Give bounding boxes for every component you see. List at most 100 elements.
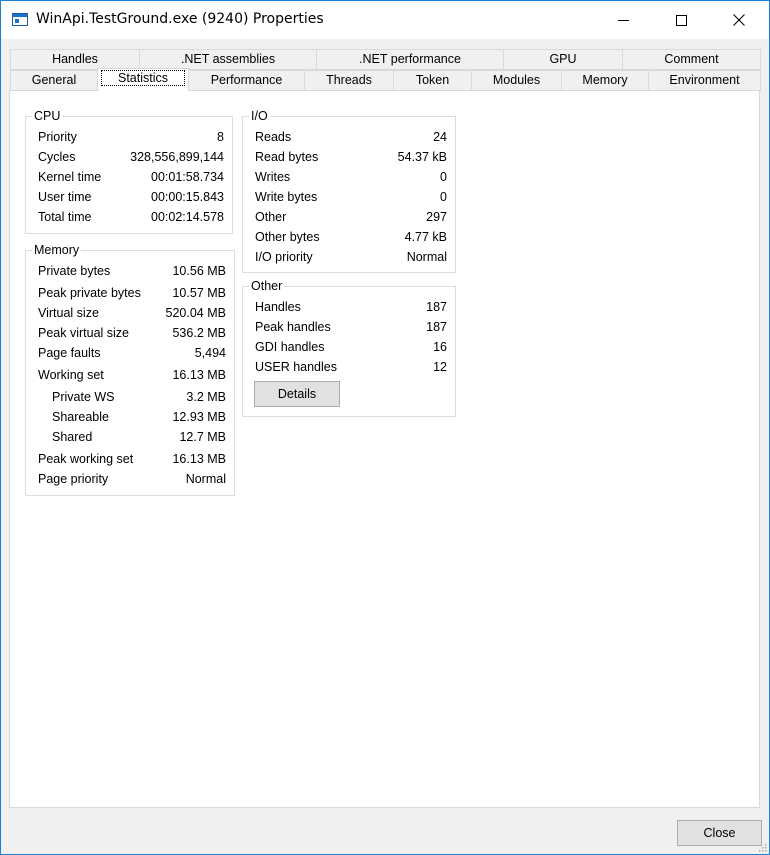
tab-handles[interactable]: Handles (10, 49, 140, 70)
io-reads-row: Reads 24 (243, 130, 455, 148)
minimize-icon (617, 19, 629, 21)
row-value: 16.13 MB (172, 368, 226, 382)
details-button[interactable]: Details (254, 381, 340, 407)
io-write-bytes-row: Write bytes 0 (243, 190, 455, 208)
tab-label: GPU (549, 52, 577, 66)
tab-gpu[interactable]: GPU (503, 49, 623, 70)
io-group: I/O Reads 24 Read bytes 54.37 kB Writes … (242, 109, 456, 273)
row-value: 328,556,899,144 (130, 150, 224, 164)
row-value: 4.77 kB (404, 230, 447, 244)
other-gdi-handles-row: GDI handles 16 (243, 340, 455, 358)
row-value: 187 (426, 300, 447, 314)
properties-window: WinApi.TestGround.exe (9240) Properties … (0, 0, 770, 855)
tab-memory[interactable]: Memory (561, 70, 649, 91)
row-value: 12.93 MB (172, 410, 226, 424)
row-value: 3.2 MB (186, 390, 226, 404)
tab-threads[interactable]: Threads (304, 70, 394, 91)
row-value: 0 (440, 170, 447, 184)
tab-label: Comment (664, 52, 719, 66)
row-value: 16.13 MB (172, 452, 226, 466)
app-window-icon (12, 13, 28, 26)
tab-statistics[interactable]: Statistics (97, 68, 189, 91)
row-value: 536.2 MB (172, 326, 226, 340)
row-label: Virtual size (38, 306, 99, 320)
row-label: Peak handles (255, 320, 331, 334)
tab-label: Performance (210, 73, 283, 87)
tab-net-assemblies[interactable]: .NET assemblies (139, 49, 317, 70)
row-label: I/O priority (255, 250, 313, 264)
group-title: Other (249, 279, 285, 293)
tab-general[interactable]: General (10, 70, 98, 91)
title-bar[interactable]: WinApi.TestGround.exe (9240) Properties (1, 1, 769, 39)
minimize-button[interactable] (600, 1, 646, 39)
group-title: I/O (249, 109, 270, 123)
tab-net-performance[interactable]: .NET performance (316, 49, 504, 70)
tab-label: .NET performance (359, 52, 461, 66)
maximize-button[interactable] (658, 1, 704, 39)
row-value: 10.57 MB (172, 286, 226, 300)
tab-label: General (31, 73, 77, 87)
close-window-button[interactable] (716, 1, 762, 39)
row-label: Peak working set (38, 452, 134, 466)
io-other-bytes-row: Other bytes 4.77 kB (243, 230, 455, 248)
row-label: Private WS (52, 390, 115, 404)
resize-grip-icon[interactable] (757, 842, 767, 852)
group-title: CPU (32, 109, 63, 123)
tab-label: Statistics (100, 70, 185, 86)
row-value: 8 (217, 130, 224, 144)
row-label: Private bytes (38, 264, 111, 278)
tab-label: Memory (582, 73, 628, 87)
memory-page-priority-row: Page priority Normal (26, 472, 234, 490)
tab-modules[interactable]: Modules (471, 70, 562, 91)
row-label: Total time (38, 210, 92, 224)
tab-label: Modules (492, 73, 541, 87)
row-label: Page faults (38, 346, 101, 360)
row-value: 187 (426, 320, 447, 334)
memory-private-ws-row: Private WS 3.2 MB (26, 390, 234, 408)
row-value: 00:01:58.734 (151, 170, 224, 184)
tab-comment[interactable]: Comment (622, 49, 761, 70)
memory-private-bytes-row: Private bytes 10.56 MB (26, 264, 234, 282)
tab-label: Token (415, 73, 450, 87)
row-label: Write bytes (255, 190, 318, 204)
tab-label: Environment (669, 73, 740, 87)
row-label: Priority (38, 130, 77, 144)
tab-environment[interactable]: Environment (648, 70, 761, 91)
io-priority-row: I/O priority Normal (243, 250, 455, 268)
row-label: User time (38, 190, 92, 204)
tab-label: Threads (326, 73, 372, 87)
row-label: Page priority (38, 472, 109, 486)
row-value: 520.04 MB (165, 306, 226, 320)
memory-virtual-size-row: Virtual size 520.04 MB (26, 306, 234, 324)
row-label: Other (255, 210, 287, 224)
row-value: 24 (433, 130, 447, 144)
row-label: Working set (38, 368, 104, 382)
tab-label: .NET assemblies (180, 52, 276, 66)
other-user-handles-row: USER handles 12 (243, 360, 455, 378)
io-writes-row: Writes 0 (243, 170, 455, 188)
row-value: 12 (433, 360, 447, 374)
row-value: 297 (426, 210, 447, 224)
close-button[interactable]: Close (677, 820, 762, 846)
row-label: GDI handles (255, 340, 325, 354)
memory-peak-working-set-row: Peak working set 16.13 MB (26, 452, 234, 470)
row-value: 5,494 (194, 346, 226, 360)
row-label: Kernel time (38, 170, 102, 184)
other-peak-handles-row: Peak handles 187 (243, 320, 455, 338)
row-label: Peak virtual size (38, 326, 130, 340)
row-label: Peak private bytes (38, 286, 141, 300)
cpu-cycles-row: Cycles 328,556,899,144 (26, 150, 232, 168)
tab-performance[interactable]: Performance (188, 70, 305, 91)
row-label: Other bytes (255, 230, 320, 244)
row-label: Read bytes (255, 150, 319, 164)
row-label: Writes (255, 170, 291, 184)
memory-page-faults-row: Page faults 5,494 (26, 346, 234, 364)
row-value: Normal (406, 250, 447, 264)
memory-working-set-row: Working set 16.13 MB (26, 368, 234, 386)
tab-token[interactable]: Token (393, 70, 472, 91)
maximize-icon (675, 14, 687, 26)
statistics-panel: CPU Priority 8 Cycles 328,556,899,144 Ke… (9, 90, 760, 808)
io-read-bytes-row: Read bytes 54.37 kB (243, 150, 455, 168)
row-value: 10.56 MB (172, 264, 226, 278)
cpu-total-time-row: Total time 00:02:14.578 (26, 210, 232, 228)
